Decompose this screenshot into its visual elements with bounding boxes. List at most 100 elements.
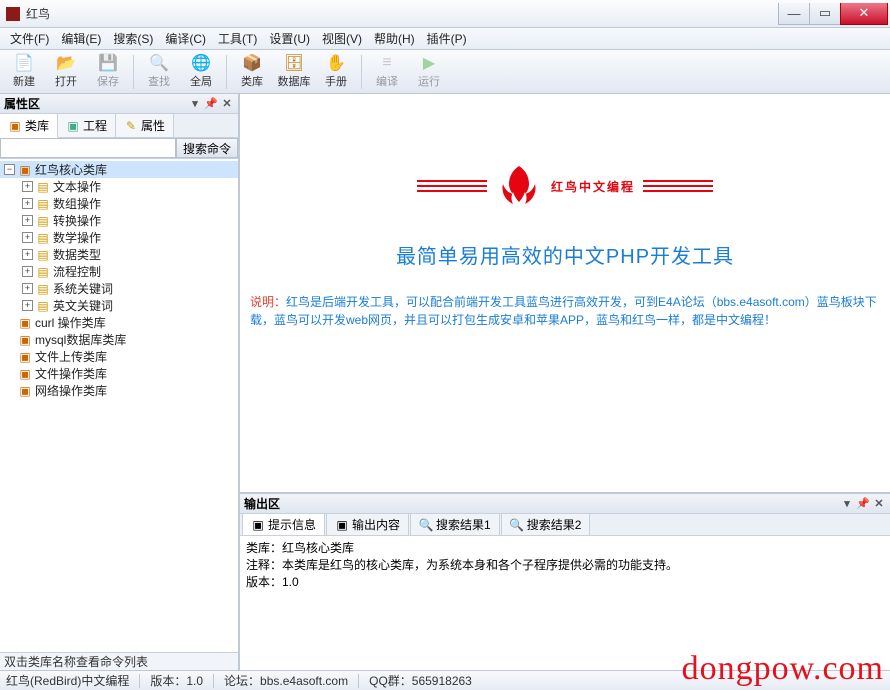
collapse-icon[interactable]: − <box>4 164 15 175</box>
properties-panel: 属性区 ▾ 📌 ✕ ▣类库 ▣工程 ✎属性 搜索命令 − ▣ 红鸟核心类库 +▤… <box>0 94 240 670</box>
search-input[interactable] <box>0 138 176 158</box>
output-body[interactable]: 类库：红鸟核心类库 注释：本类库是红鸟的核心类库，为系统本身和各个子程序提供必需… <box>240 536 890 670</box>
item-icon: ▤ <box>36 299 50 313</box>
search-row: 搜索命令 <box>0 138 238 159</box>
panel-close-icon[interactable]: ✕ <box>220 97 234 111</box>
main-area: 属性区 ▾ 📌 ✕ ▣类库 ▣工程 ✎属性 搜索命令 − ▣ 红鸟核心类库 +▤… <box>0 94 890 670</box>
lib-button[interactable]: 📦类库 <box>232 52 272 92</box>
menu-search[interactable]: 搜索(S) <box>107 28 159 49</box>
expand-icon[interactable]: + <box>22 266 33 277</box>
project-tab-icon: ▣ <box>66 119 80 133</box>
panel-pin-icon[interactable]: 📌 <box>204 97 218 111</box>
new-button[interactable]: 📄新建 <box>4 52 44 92</box>
panel-close-icon[interactable]: ✕ <box>872 497 886 511</box>
right-area: 红鸟中文编程 最简单易用高效的中文PHP开发工具 说明：红鸟是后端开发工具，可以… <box>240 94 890 670</box>
tree-child[interactable]: +▤数组操作 <box>0 195 238 212</box>
desc-text: 红鸟是后端开发工具，可以配合前端开发工具蓝鸟进行高效开发，可到E4A论坛（bbs… <box>250 295 877 327</box>
tree-sibling[interactable]: ▣mysql数据库类库 <box>0 331 238 348</box>
toolbar: 📄新建 📂打开 💾保存 🔍查找 🌐全局 📦类库 🗄数据库 ✋手册 ≡编译 ▶运行 <box>0 50 890 94</box>
manual-icon: ✋ <box>327 54 345 72</box>
expand-icon[interactable]: + <box>22 249 33 260</box>
item-icon: ▤ <box>36 282 50 296</box>
db-button[interactable]: 🗄数据库 <box>274 52 314 92</box>
tree-child[interactable]: +▤英文关键词 <box>0 297 238 314</box>
tree-sibling[interactable]: ▣文件操作类库 <box>0 365 238 382</box>
lib-tab-icon: ▣ <box>8 119 22 133</box>
lib-item-icon: ▣ <box>18 384 32 398</box>
open-button[interactable]: 📂打开 <box>46 52 86 92</box>
panel-dropdown-icon[interactable]: ▾ <box>840 497 854 511</box>
item-icon: ▤ <box>36 214 50 228</box>
tab-props[interactable]: ✎属性 <box>116 114 174 137</box>
expand-icon[interactable]: + <box>22 181 33 192</box>
expand-icon[interactable]: + <box>22 198 33 209</box>
expand-icon[interactable]: + <box>22 300 33 311</box>
manual-button[interactable]: ✋手册 <box>316 52 356 92</box>
hero-line-right <box>643 185 713 187</box>
tree-root[interactable]: − ▣ 红鸟核心类库 <box>0 161 238 178</box>
tree-sibling[interactable]: ▣文件上传类库 <box>0 348 238 365</box>
item-icon: ▤ <box>36 265 50 279</box>
find-button: 🔍查找 <box>139 52 179 92</box>
expand-icon[interactable]: + <box>22 232 33 243</box>
tree-child[interactable]: +▤流程控制 <box>0 263 238 280</box>
welcome-hero: 红鸟中文编程 最简单易用高效的中文PHP开发工具 说明：红鸟是后端开发工具，可以… <box>246 162 884 329</box>
menu-plugins[interactable]: 插件(P) <box>421 28 473 49</box>
find-icon: 🔍 <box>150 54 168 72</box>
menu-tools[interactable]: 工具(T) <box>212 28 263 49</box>
tree-child[interactable]: +▤转换操作 <box>0 212 238 229</box>
menu-file[interactable]: 文件(F) <box>4 28 55 49</box>
expand-icon[interactable]: + <box>22 283 33 294</box>
panel-dropdown-icon[interactable]: ▾ <box>188 97 202 111</box>
tab-search-result2[interactable]: 🔍搜索结果2 <box>501 513 591 535</box>
open-icon: 📂 <box>57 54 75 72</box>
lib-item-icon: ▣ <box>18 367 32 381</box>
expand-icon[interactable]: + <box>22 215 33 226</box>
app-icon <box>6 7 20 21</box>
menu-settings[interactable]: 设置(U) <box>263 28 316 49</box>
close-button[interactable]: ✕ <box>840 3 888 25</box>
search-command-button[interactable]: 搜索命令 <box>176 138 238 158</box>
menu-compile[interactable]: 编译(C) <box>159 28 212 49</box>
props-tab-icon: ✎ <box>124 119 138 133</box>
tab-output-content[interactable]: ▣输出内容 <box>326 513 409 535</box>
toolbar-separator <box>226 55 227 89</box>
mag-icon: 🔍 <box>510 518 524 532</box>
hero-title-row: 红鸟中文编程 <box>417 162 713 210</box>
item-icon: ▤ <box>36 248 50 262</box>
db-icon: 🗄 <box>285 54 303 72</box>
minimize-button[interactable]: — <box>778 3 810 25</box>
output-panel-header: 输出区 ▾ 📌 ✕ <box>240 494 890 514</box>
menu-help[interactable]: 帮助(H) <box>368 28 421 49</box>
tab-lib[interactable]: ▣类库 <box>0 114 58 138</box>
menu-edit[interactable]: 编辑(E) <box>55 28 107 49</box>
maximize-button[interactable]: ▭ <box>809 3 841 25</box>
window-titlebar: 红鸟 — ▭ ✕ <box>0 0 890 28</box>
status-version: 版本：1.0 <box>150 672 203 689</box>
tree-child[interactable]: +▤系统关键词 <box>0 280 238 297</box>
hero-description: 说明：红鸟是后端开发工具，可以配合前端开发工具蓝鸟进行高效开发，可到E4A论坛（… <box>246 293 884 329</box>
hero-subtitle: 最简单易用高效的中文PHP开发工具 <box>246 240 884 269</box>
global-icon: 🌐 <box>192 54 210 72</box>
tree-child[interactable]: +▤数学操作 <box>0 229 238 246</box>
hint-tab-icon: ▣ <box>251 518 265 532</box>
compile-icon: ≡ <box>378 54 396 72</box>
tree-sibling[interactable]: ▣网络操作类库 <box>0 382 238 399</box>
window-title: 红鸟 <box>26 5 779 22</box>
toolbar-separator <box>133 55 134 89</box>
tab-project[interactable]: ▣工程 <box>58 114 116 137</box>
tab-search-result1[interactable]: 🔍搜索结果1 <box>410 513 500 535</box>
lib-item-icon: ▣ <box>18 316 32 330</box>
tree-child[interactable]: +▤文本操作 <box>0 178 238 195</box>
tab-hint[interactable]: ▣提示信息 <box>242 513 325 535</box>
tree-child[interactable]: +▤数据类型 <box>0 246 238 263</box>
item-icon: ▤ <box>36 231 50 245</box>
menu-view[interactable]: 视图(V) <box>316 28 368 49</box>
folder-icon: ▣ <box>18 163 32 177</box>
compile-button: ≡编译 <box>367 52 407 92</box>
library-tree[interactable]: − ▣ 红鸟核心类库 +▤文本操作+▤数组操作+▤转换操作+▤数学操作+▤数据类… <box>0 159 238 652</box>
global-search-button[interactable]: 🌐全局 <box>181 52 221 92</box>
properties-panel-header: 属性区 ▾ 📌 ✕ <box>0 94 238 114</box>
panel-pin-icon[interactable]: 📌 <box>856 497 870 511</box>
tree-sibling[interactable]: ▣curl 操作类库 <box>0 314 238 331</box>
